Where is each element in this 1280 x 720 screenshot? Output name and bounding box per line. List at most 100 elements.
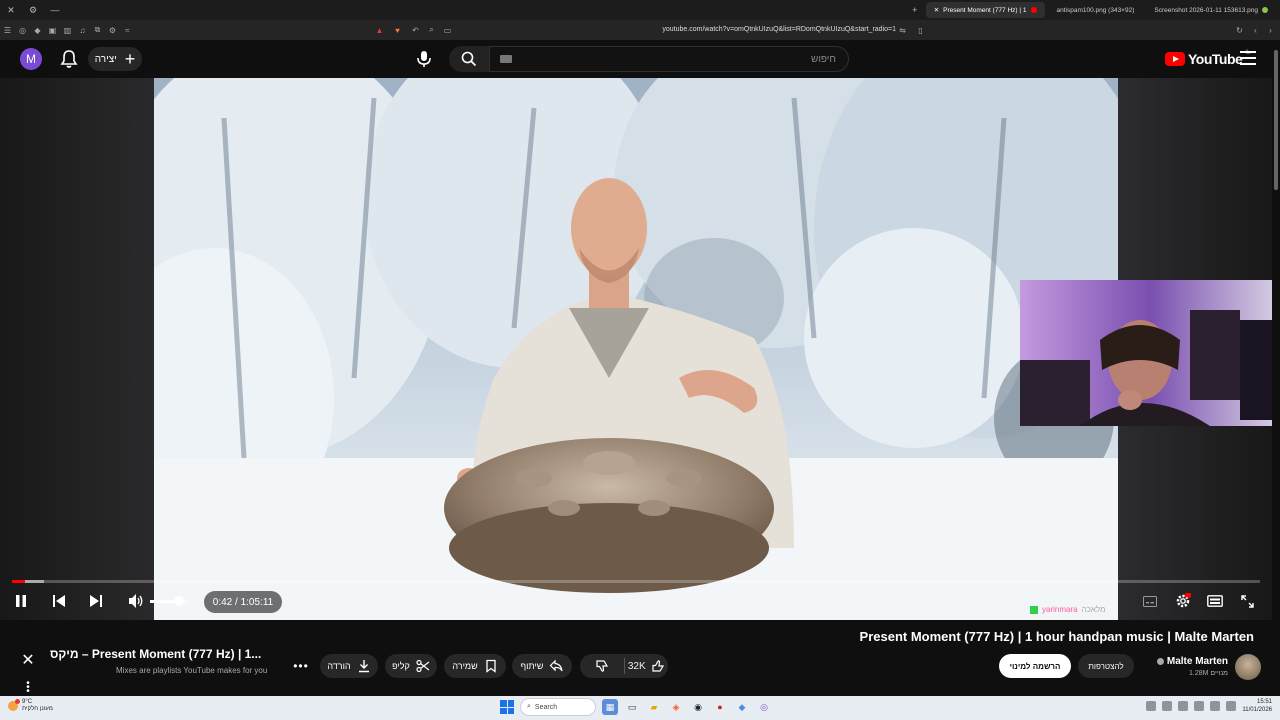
sidebar-menu-icon[interactable]: ☰: [0, 20, 15, 40]
tray-icon[interactable]: [1178, 701, 1189, 711]
tab-screenshot[interactable]: Screenshot 2026-01-11 153613.png: [1146, 2, 1276, 18]
channel-avatar[interactable]: [1235, 654, 1261, 680]
download-button[interactable]: הורדה: [320, 654, 378, 678]
shield-icon[interactable]: ◎: [15, 20, 30, 40]
warning-icon[interactable]: ▲: [372, 20, 387, 40]
image-tab-icon: [1262, 7, 1268, 13]
speaker-icon[interactable]: [1226, 701, 1237, 711]
app-icon[interactable]: ●: [712, 699, 728, 715]
search-placeholder: חיפוש: [811, 53, 836, 65]
subtitles-button[interactable]: [1142, 592, 1158, 610]
tab-label: Screenshot 2026-01-11 153613.png: [1154, 6, 1258, 14]
pause-button[interactable]: [12, 591, 30, 611]
mix-playlist-title[interactable]: מיקס – Present Moment (777 Hz) | 1...: [50, 647, 261, 661]
close-icon[interactable]: ✕: [20, 652, 36, 669]
search-icon: [461, 51, 477, 67]
video-player[interactable]: 0:42 / 1:05:11 yarinmara מלאכה: [0, 78, 1272, 620]
clip-button[interactable]: קליפ: [385, 654, 437, 678]
progress-played: [12, 580, 26, 583]
miniplayer-button[interactable]: [1205, 591, 1225, 611]
like-button[interactable]: 32K: [625, 654, 669, 678]
tray-icon[interactable]: [1162, 701, 1173, 711]
back-icon[interactable]: ‹: [1248, 20, 1263, 40]
download-icon: [358, 660, 369, 673]
subscriber-count: 1.28M מנויים: [1188, 670, 1228, 677]
translate-icon[interactable]: ⇋: [895, 20, 910, 40]
windows-start-icon[interactable]: [500, 700, 514, 714]
weather-widget[interactable]: 9°C מעונן חלקית: [8, 699, 53, 713]
discord-icon[interactable]: ◎: [756, 699, 772, 715]
extension-icon[interactable]: ◆: [30, 20, 45, 40]
taskbar-search[interactable]: ⌕ Search: [520, 698, 596, 716]
widgets-icon[interactable]: ▦: [602, 699, 618, 715]
progress-bar[interactable]: [12, 580, 1260, 583]
wifi-icon[interactable]: [1210, 701, 1221, 711]
brave-browser-icon[interactable]: ◈: [668, 699, 684, 715]
tray-icon[interactable]: [1146, 701, 1157, 711]
subscribe-button[interactable]: הרשמה למינוי: [999, 654, 1071, 678]
share-button[interactable]: שיתוף: [512, 654, 572, 678]
next-icon: [90, 595, 102, 607]
workspace-icon[interactable]: ⧉: [90, 20, 105, 40]
file-explorer-icon[interactable]: ▰: [646, 699, 662, 715]
fullscreen-button[interactable]: [1238, 591, 1256, 611]
panel-icon[interactable]: ▥: [60, 20, 75, 40]
settings-button[interactable]: [1173, 591, 1193, 611]
video-frame[interactable]: [154, 78, 1118, 620]
brave-shield-icon[interactable]: ♥: [390, 20, 405, 40]
close-tab-icon[interactable]: ✕: [934, 6, 939, 14]
music-icon[interactable]: ♫: [75, 20, 90, 40]
player-backdrop-left: [0, 78, 154, 620]
reload-icon[interactable]: ↻: [1232, 20, 1247, 40]
tab-antispam[interactable]: antispam100.png (343×92): [1049, 2, 1143, 18]
save-button[interactable]: שמירה: [444, 654, 506, 678]
join-button[interactable]: להצטרפות: [1078, 654, 1134, 678]
settings-icon[interactable]: ⚙: [22, 0, 44, 20]
store-icon[interactable]: ◆: [734, 699, 750, 715]
search-icon[interactable]: ⌕: [424, 20, 439, 40]
expand-icon: [1240, 594, 1254, 608]
undo-icon[interactable]: ↶: [408, 20, 423, 40]
more-options-icon[interactable]: • • •: [24, 679, 32, 697]
miniplayer-icon: [1207, 595, 1223, 607]
page-scrollbar[interactable]: [1273, 42, 1279, 694]
verified-icon: [1156, 658, 1164, 665]
channel-name[interactable]: Malte Marten: [1156, 656, 1228, 667]
more-actions-button[interactable]: •••: [290, 654, 312, 678]
keyboard-icon[interactable]: [500, 55, 512, 63]
voice-search-icon[interactable]: [412, 47, 436, 71]
steam-icon[interactable]: ◉: [690, 699, 706, 715]
search-button[interactable]: [449, 46, 489, 72]
youtube-logo[interactable]: YouTube IL: [1165, 50, 1250, 67]
like-dislike-group: 32K: [580, 654, 668, 678]
tab-youtube[interactable]: ✕ Present Moment (777 Hz) | 1: [925, 2, 1045, 18]
task-view-icon[interactable]: ▭: [624, 699, 640, 715]
split-view-icon[interactable]: ▣: [45, 20, 60, 40]
create-button[interactable]: יצירה +: [88, 47, 142, 71]
screen-icon[interactable]: ▭: [440, 20, 455, 40]
minimize-icon[interactable]: —: [44, 0, 66, 20]
url-field[interactable]: youtube.com/watch?v=omQtnkUIzuQ&list=RDo…: [480, 23, 940, 37]
guide-menu-icon[interactable]: [1240, 51, 1256, 67]
tray-icon[interactable]: [1194, 701, 1205, 711]
account-avatar[interactable]: M: [20, 48, 42, 70]
clock[interactable]: 15:51 11/01/2026: [1242, 698, 1272, 714]
close-window-icon[interactable]: ✕: [0, 0, 22, 20]
previous-button[interactable]: [50, 591, 68, 611]
volume-slider[interactable]: [150, 596, 188, 606]
notifications-bell-icon[interactable]: [60, 49, 78, 69]
new-tab-icon[interactable]: +: [904, 0, 926, 20]
dislike-button[interactable]: [580, 654, 624, 678]
mute-button[interactable]: [126, 591, 146, 611]
bookmark-icon[interactable]: ▯: [913, 20, 928, 40]
webcam-overlay: [1020, 280, 1272, 426]
forward-icon[interactable]: ›: [1263, 20, 1278, 40]
next-button[interactable]: [87, 591, 105, 611]
plus-icon: +: [124, 49, 136, 69]
wave-icon[interactable]: ≈: [120, 20, 135, 40]
search-input[interactable]: חיפוש: [489, 46, 849, 72]
gear-icon[interactable]: ⚙: [105, 20, 120, 40]
share-icon: [550, 659, 564, 672]
scrollbar-thumb[interactable]: [1274, 50, 1278, 190]
volume-knob[interactable]: [173, 596, 184, 606]
